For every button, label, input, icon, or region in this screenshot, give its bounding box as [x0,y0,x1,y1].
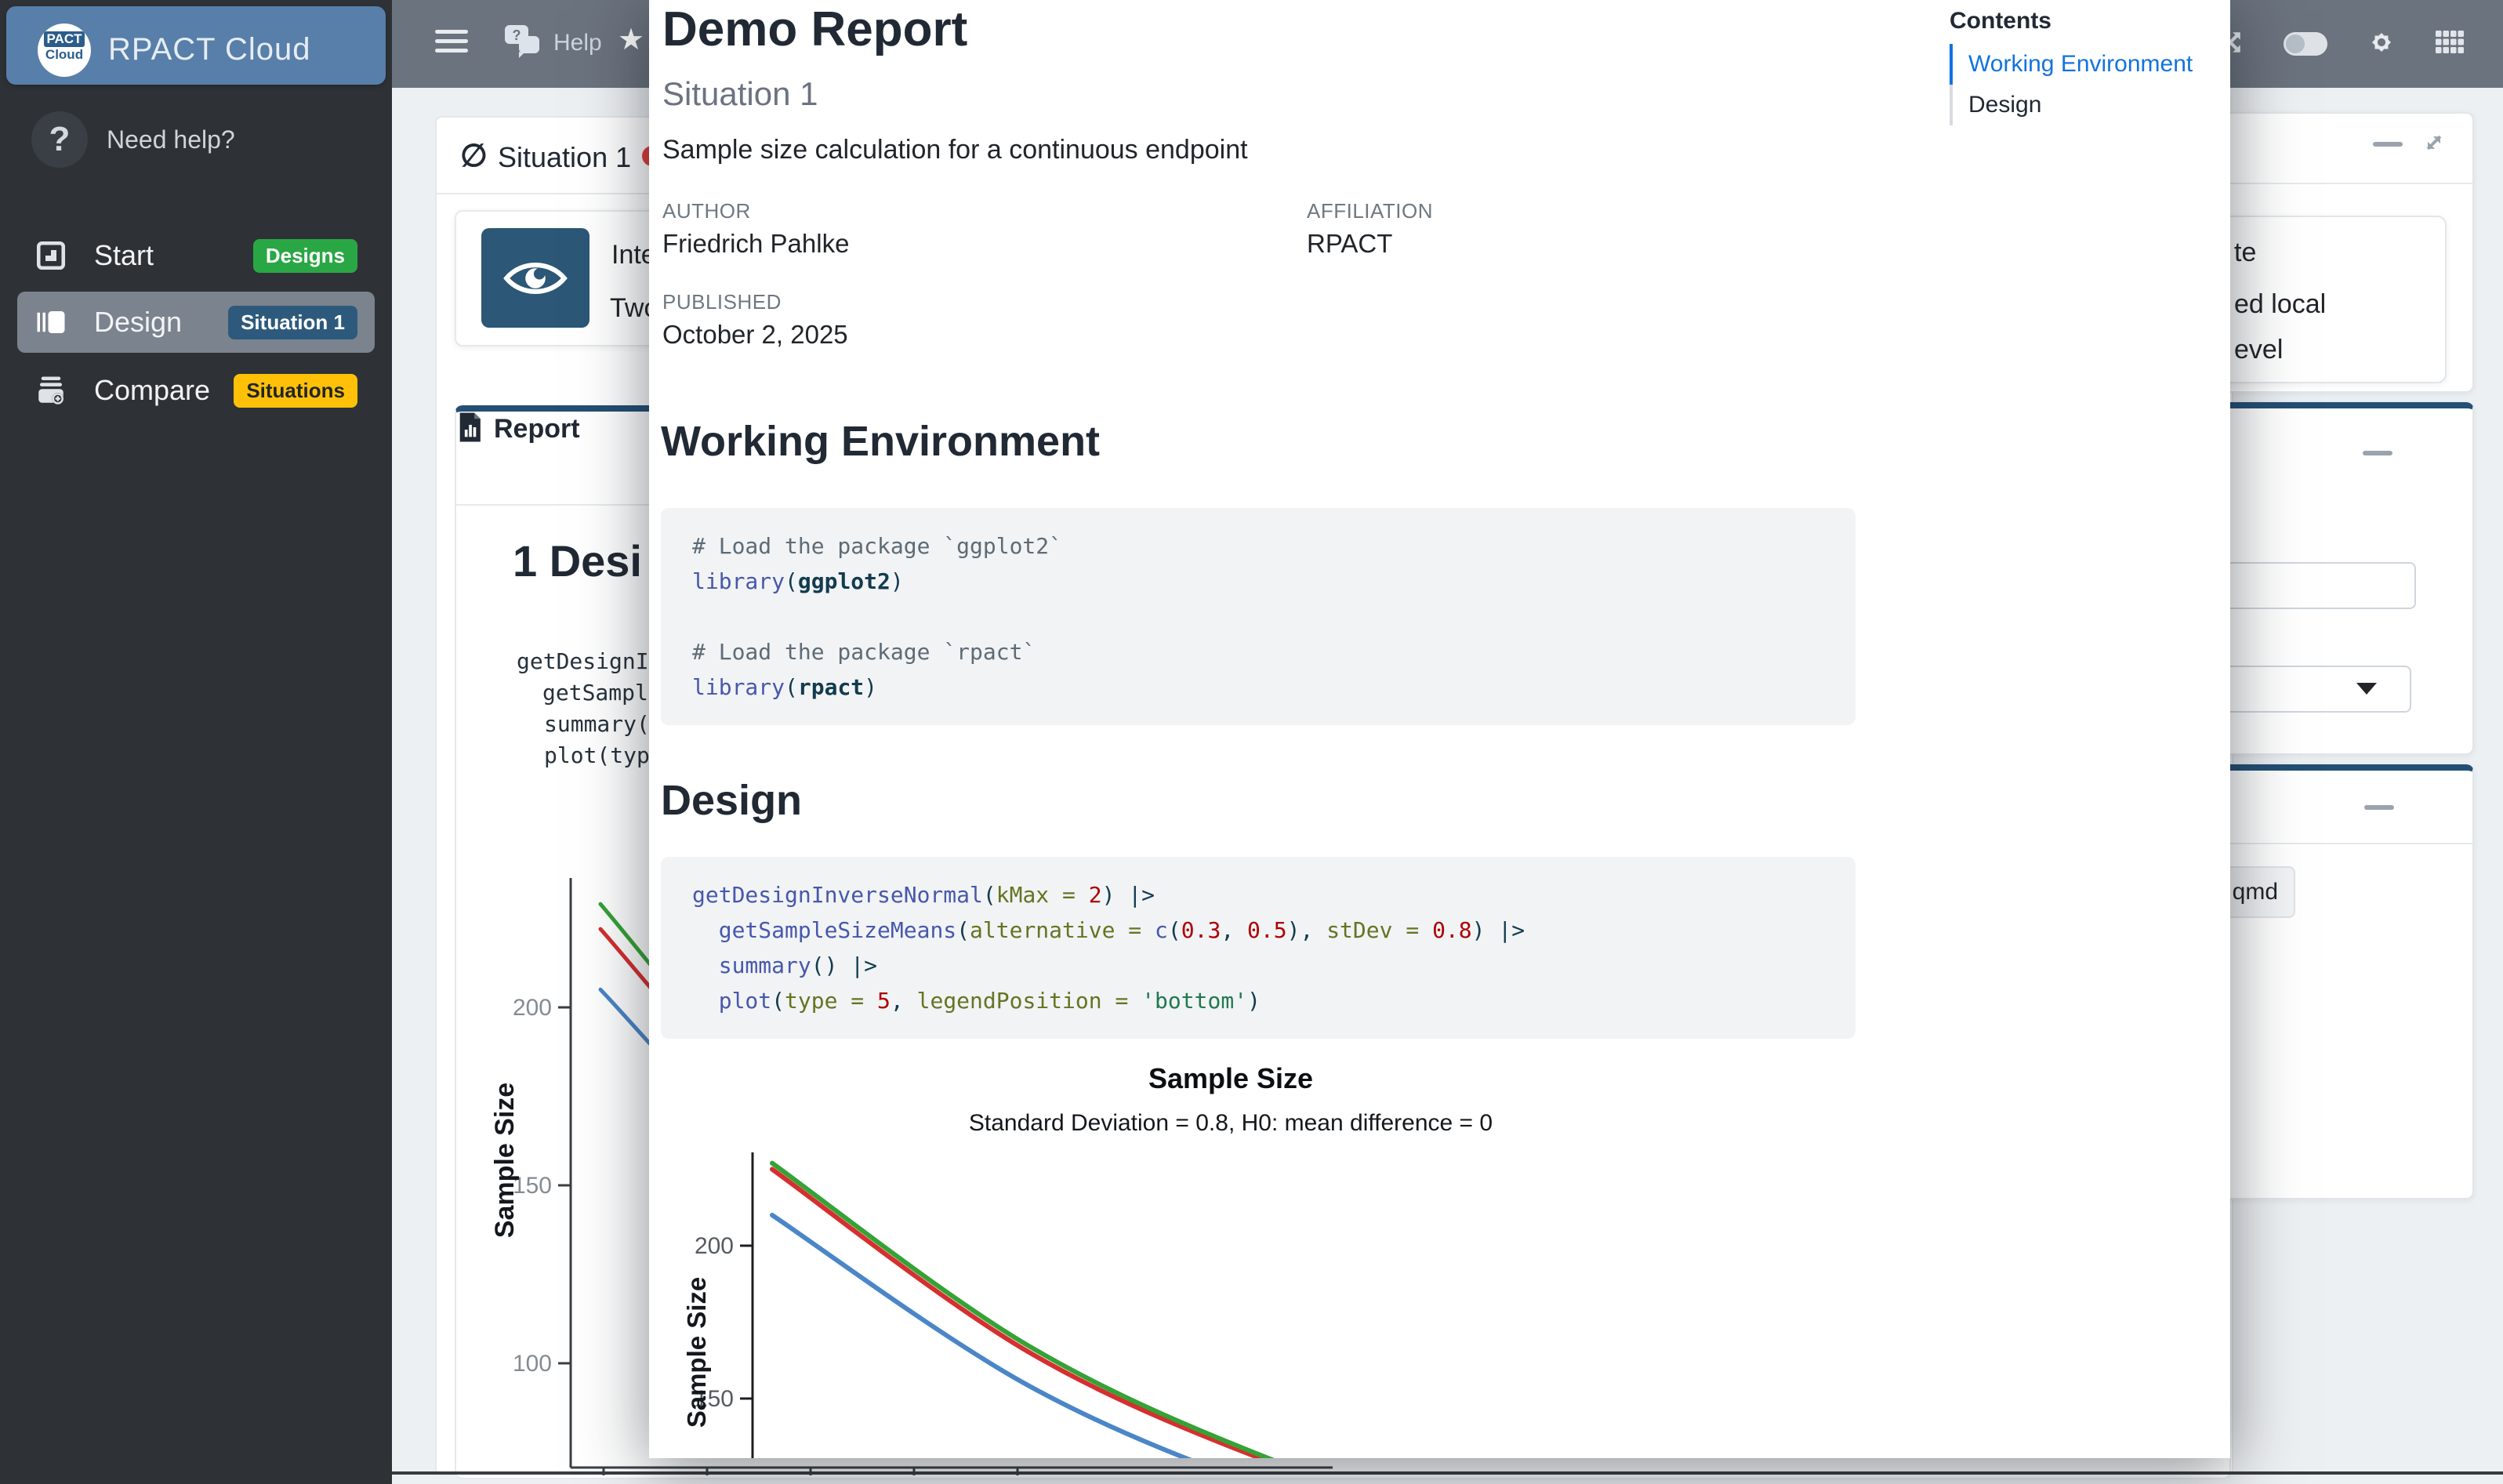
help-chat-icon: ? [503,24,544,62]
svg-text:200: 200 [695,1233,734,1259]
qmd-label: qmd [2233,879,2278,905]
report-code-line: plot(type [544,742,663,768]
affiliation-value: RPACT [1307,229,1392,259]
sidebar-item-start[interactable]: Start Designs [17,227,375,284]
svg-text:Sample Size: Sample Size [490,1083,520,1238]
report-title: Demo Report [662,2,967,57]
design-icon [34,306,67,339]
author-label: AUTHOR [662,199,751,223]
report-heading: 1 Desi [513,535,642,586]
topbar-right-icons [2218,0,2464,88]
info-line: te [2234,238,2256,268]
svg-text:Standard Deviation = 0.8, H0:: Standard Deviation = 0.8, H0: mean diffe… [969,1110,1493,1136]
report-subtitle: Situation 1 [662,75,818,113]
sidebar-item-label: Start [94,239,154,272]
sidebar-item-design[interactable]: Design Situation 1 [17,292,375,353]
report-tab-label: Report [494,414,580,444]
toggle-knob [2286,34,2305,53]
sidebar-brand-header[interactable]: PACT Cloud RPACT Cloud [6,6,386,85]
brand-title: RPACT Cloud [108,32,311,67]
report-code-line: getDesignIn [517,648,662,674]
tab-situation-1[interactable]: Situation 1 [498,141,631,174]
chevron-down-icon [2356,683,2377,695]
sidebar: PACT Cloud RPACT Cloud ? Need help? Star… [0,0,392,1484]
published-value: October 2, 2025 [662,320,848,350]
compare-icon [34,374,67,407]
collapse-icon[interactable] [2363,451,2392,455]
favorite-star-icon[interactable]: ★ [618,22,644,57]
situations-badge: Situations [234,374,357,408]
rpact-logo: PACT Cloud [38,24,91,77]
bottom-edge-strip [392,1471,2503,1475]
sidebar-item-label: Compare [94,374,210,407]
published-label: PUBLISHED [662,290,782,314]
report-description: Sample size calculation for a continuous… [662,135,1248,165]
sidebar-item-compare[interactable]: Compare Situations [17,362,375,419]
code-block-design: getDesignInverseNormal(kMax = 2) |> getS… [661,857,1855,1039]
svg-text:200: 200 [513,995,552,1021]
svg-text:Sample Size: Sample Size [682,1277,711,1428]
report-code-line: getSample [542,680,662,706]
situation-tab-icon: ∅ [460,138,488,174]
svg-text:Sample Size: Sample Size [1148,1062,1313,1094]
logo-text-top: PACT [44,31,85,47]
contents-title: Contents [1950,8,2216,34]
expand-icon[interactable] [2421,129,2447,160]
toc-design[interactable]: Design [1950,85,2216,125]
need-help-icon[interactable]: ? [31,111,88,168]
help-button[interactable]: ? Help [503,24,602,62]
info-line: ed local [2234,289,2326,320]
sample-size-chart: Sample Size Standard Deviation = 0.8, H0:… [682,1050,1858,1458]
help-label: Help [553,30,602,56]
eye-icon [502,257,569,299]
need-help-label[interactable]: Need help? [107,125,235,154]
section-design: Design [661,776,802,825]
collapse-icon[interactable] [2364,805,2394,810]
affiliation-label: AFFILIATION [1307,199,1433,223]
designs-badge: Designs [253,239,357,273]
info-line: evel [2234,335,2283,365]
report-doc-icon [456,412,483,447]
contents-nav: Contents Working Environment Design [1950,8,2216,125]
menu-icon[interactable] [435,30,468,58]
collapse-icon[interactable] [2373,142,2403,147]
toc-working-environment[interactable]: Working Environment [1950,44,2216,85]
theme-toggle[interactable] [2284,32,2327,56]
author-value: Friedrich Pahlke [662,229,849,259]
demo-report-dialog: Demo Report Situation 1 Sample size calc… [649,0,2230,1458]
start-icon [34,239,67,272]
code-block-working-env: # Load the package `ggplot2`library(ggpl… [661,508,1855,725]
settings-sun-icon[interactable] [2368,29,2395,60]
svg-text:100: 100 [513,1351,552,1377]
logo-text-bottom: Cloud [38,47,91,63]
report-code-line: summary() [544,711,663,737]
eye-tile [481,228,589,328]
apps-grid-icon[interactable] [2436,31,2464,58]
situation-badge: Situation 1 [228,306,357,339]
app-root: ? Help ★ PACT Cloud RPACT Cloud [0,0,2503,1484]
section-working-environment: Working Environment [661,417,1100,466]
sidebar-item-label: Design [94,306,182,339]
